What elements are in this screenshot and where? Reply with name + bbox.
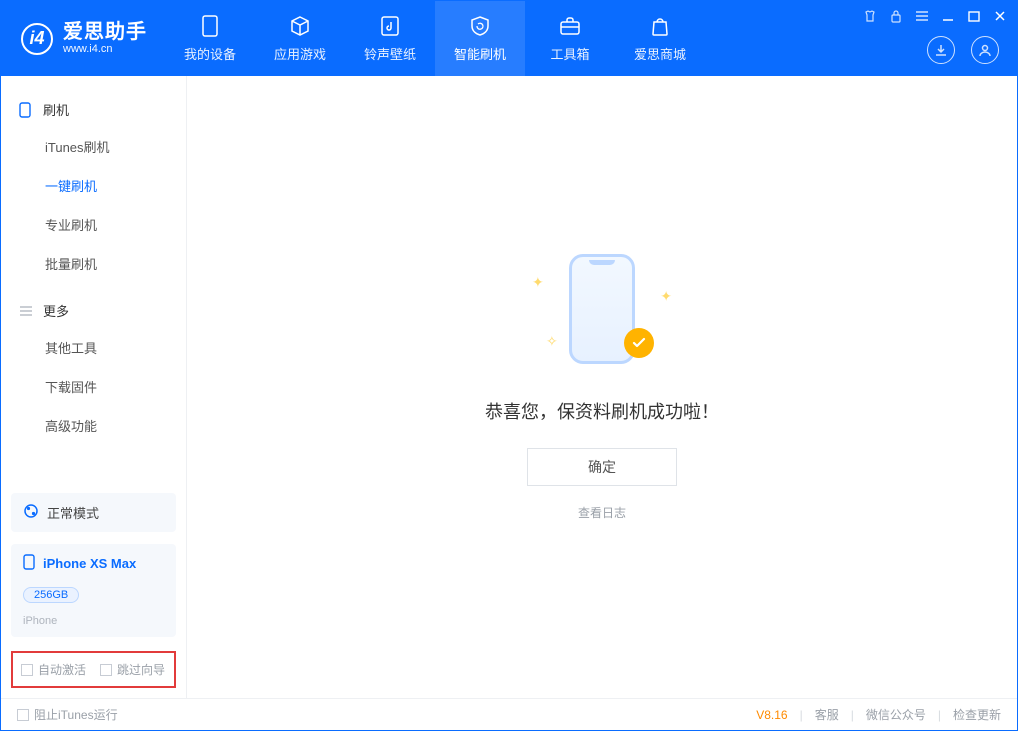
tab-label: 我的设备 (184, 44, 236, 63)
app-window: i4 爱思助手 www.i4.cn 我的设备 应用游戏 铃声壁纸 智能刷机 (0, 0, 1018, 731)
tab-toolbox[interactable]: 工具箱 (525, 1, 615, 76)
cube-icon (289, 14, 311, 38)
view-log-link[interactable]: 查看日志 (578, 504, 626, 521)
nav-tabs: 我的设备 应用游戏 铃声壁纸 智能刷机 工具箱 爱思商城 (165, 1, 705, 76)
tab-ringtone[interactable]: 铃声壁纸 (345, 1, 435, 76)
tab-my-device[interactable]: 我的设备 (165, 1, 255, 76)
sidebar-group-label: 刷机 (43, 100, 69, 119)
tab-store[interactable]: 爱思商城 (615, 1, 705, 76)
window-controls (863, 9, 1007, 23)
tab-label: 智能刷机 (454, 44, 506, 63)
tab-label: 应用游戏 (274, 44, 326, 63)
checkbox-label: 自动激活 (38, 663, 86, 677)
auto-activate-checkbox[interactable]: 自动激活 (21, 661, 86, 678)
options-row: 自动激活 跳过向导 (11, 651, 176, 688)
sidebar-item-other-tools[interactable]: 其他工具 (1, 328, 186, 367)
sidebar-item-firmware[interactable]: 下载固件 (1, 367, 186, 406)
statusbar: 阻止iTunes运行 V8.16 | 客服 | 微信公众号 | 检查更新 (1, 698, 1017, 730)
content: ✦ ✦ ✧ 恭喜您，保资料刷机成功啦！ 确定 查看日志 (187, 76, 1017, 698)
separator: | (938, 708, 941, 722)
phone-icon (19, 102, 35, 118)
check-update-link[interactable]: 检查更新 (953, 706, 1001, 723)
hero: ✦ ✦ ✧ 恭喜您，保资料刷机成功啦！ 确定 查看日志 (485, 254, 719, 521)
sidebar-item-itunes-flash[interactable]: iTunes刷机 (1, 127, 186, 166)
menu-icon[interactable] (915, 9, 929, 23)
device-icon (202, 14, 218, 38)
brand-url: www.i4.cn (63, 43, 147, 55)
user-icon[interactable] (971, 36, 999, 64)
mode-icon (23, 503, 39, 522)
mode-label: 正常模式 (47, 503, 99, 522)
toolbox-icon (559, 14, 581, 38)
logo-icon: i4 (21, 23, 53, 55)
success-illustration: ✦ ✦ ✧ (502, 254, 702, 374)
device-name: iPhone XS Max (43, 556, 136, 571)
separator: | (851, 708, 854, 722)
maximize-icon[interactable] (967, 9, 981, 23)
tab-label: 爱思商城 (634, 44, 686, 63)
support-link[interactable]: 客服 (815, 706, 839, 723)
titlebar: i4 爱思助手 www.i4.cn 我的设备 应用游戏 铃声壁纸 智能刷机 (1, 1, 1017, 76)
ok-button[interactable]: 确定 (527, 448, 677, 486)
device-storage: 256GB (23, 587, 79, 603)
block-itunes-checkbox[interactable]: 阻止iTunes运行 (17, 706, 118, 723)
version-label: V8.16 (756, 708, 787, 722)
shirt-icon[interactable] (863, 9, 877, 23)
checkbox-label: 阻止iTunes运行 (34, 708, 118, 722)
sparkle-icon: ✦ (532, 274, 544, 291)
check-badge-icon (624, 328, 654, 358)
logo: i4 爱思助手 www.i4.cn (1, 1, 165, 76)
titlebar-right-icons (927, 36, 999, 64)
bag-icon (650, 14, 670, 38)
sidebar: 刷机 iTunes刷机 一键刷机 专业刷机 批量刷机 更多 其他工具 下载固件 … (1, 76, 187, 698)
separator: | (800, 708, 803, 722)
success-title: 恭喜您，保资料刷机成功啦！ (485, 398, 719, 424)
sparkle-icon: ✦ (660, 288, 672, 305)
sidebar-item-advanced[interactable]: 高级功能 (1, 406, 186, 445)
device-card[interactable]: iPhone XS Max 256GB iPhone (11, 544, 176, 637)
wechat-link[interactable]: 微信公众号 (866, 706, 926, 723)
sidebar-group-label: 更多 (43, 301, 69, 320)
close-icon[interactable] (993, 9, 1007, 23)
tab-label: 铃声壁纸 (364, 44, 416, 63)
tab-apps[interactable]: 应用游戏 (255, 1, 345, 76)
mode-card[interactable]: 正常模式 (11, 493, 176, 532)
phone-small-icon (23, 554, 35, 573)
sidebar-group-more: 更多 (1, 293, 186, 328)
skip-guide-checkbox[interactable]: 跳过向导 (100, 661, 165, 678)
sidebar-item-batch-flash[interactable]: 批量刷机 (1, 244, 186, 283)
shield-refresh-icon (469, 14, 491, 38)
tab-label: 工具箱 (550, 44, 589, 63)
checkbox-label: 跳过向导 (117, 663, 165, 677)
device-type: iPhone (23, 615, 57, 627)
sparkle-icon: ✧ (546, 333, 558, 350)
minimize-icon[interactable] (941, 9, 955, 23)
music-file-icon (380, 14, 400, 38)
sidebar-item-pro-flash[interactable]: 专业刷机 (1, 205, 186, 244)
brand-name: 爱思助手 (63, 21, 147, 43)
sidebar-group-flash: 刷机 (1, 92, 186, 127)
body: 刷机 iTunes刷机 一键刷机 专业刷机 批量刷机 更多 其他工具 下载固件 … (1, 76, 1017, 698)
download-icon[interactable] (927, 36, 955, 64)
list-icon (19, 305, 35, 317)
tab-flash[interactable]: 智能刷机 (435, 1, 525, 76)
sidebar-item-onekey-flash[interactable]: 一键刷机 (1, 166, 186, 205)
lock-icon[interactable] (889, 9, 903, 23)
